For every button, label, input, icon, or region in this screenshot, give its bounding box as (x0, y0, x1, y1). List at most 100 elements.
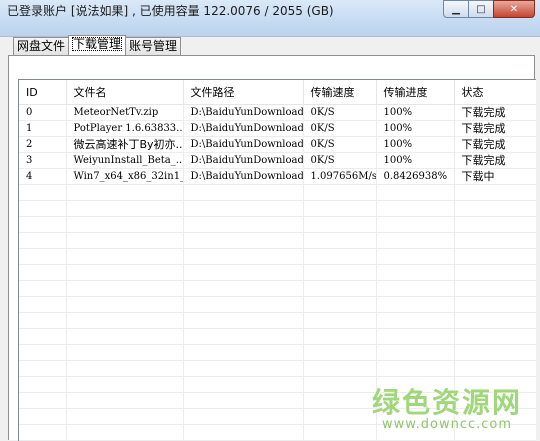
table-cell: 下载完成 (454, 152, 536, 169)
table-cell (303, 392, 377, 409)
table-cell: MeteorNetTv.zip (66, 104, 184, 121)
tab-download-manager[interactable]: 下载管理 (68, 35, 127, 55)
table-cell (303, 248, 377, 265)
table-cell (303, 344, 377, 361)
table-cell (454, 264, 536, 281)
empty-row (19, 184, 536, 201)
table-cell (183, 312, 304, 329)
watermark-url: www.downcc.com (381, 417, 513, 432)
close-button[interactable]: ✕ (493, 0, 535, 18)
table-cell (19, 216, 67, 233)
empty-row (19, 216, 536, 233)
table-cell: D:\BaiduYunDownload... (183, 136, 304, 153)
table-cell (66, 408, 184, 425)
column-header-progress[interactable]: 传输进度 (376, 80, 455, 105)
table-cell (19, 200, 67, 217)
column-header-status[interactable]: 状态 (454, 80, 536, 105)
empty-row (19, 280, 536, 297)
table-row[interactable]: 1 PotPlayer 1.6.63833... D:\BaiduYunDownlo… (19, 120, 536, 137)
table-cell (183, 328, 304, 345)
table-cell (66, 264, 184, 281)
column-header-filepath[interactable]: 文件路径 (183, 80, 304, 105)
table-row[interactable]: 0 MeteorNetTv.zip D:\BaiduYunDownload... 0K… (19, 104, 536, 121)
table-cell: 下载中 (454, 168, 536, 185)
table-cell: 0 (19, 104, 67, 121)
maximize-button[interactable]: □ (468, 0, 494, 18)
table-cell (19, 376, 67, 393)
table-cell (376, 280, 455, 297)
window-controls: ▁ □ ✕ (443, 0, 535, 18)
table-cell (183, 296, 304, 313)
table-cell (376, 184, 455, 201)
table-row[interactable]: 2 微云高速补丁By初亦... D:\BaiduYunDownload... 0K/S… (19, 136, 536, 153)
column-header-speed[interactable]: 传输速度 (303, 80, 377, 105)
table-cell: 0K/S (303, 120, 377, 137)
table-cell: 100% (376, 104, 455, 121)
empty-row (19, 344, 536, 361)
table-cell (19, 360, 67, 377)
table-cell (183, 216, 304, 233)
table-cell (376, 248, 455, 265)
table-cell: 1.097656M/s (303, 168, 377, 185)
table-cell (303, 200, 377, 217)
table-cell (376, 312, 455, 329)
table-cell (303, 296, 377, 313)
table-cell (66, 248, 184, 265)
table-cell (19, 280, 67, 297)
tab-cloud-files[interactable]: 网盘文件 (13, 37, 70, 55)
table-cell (183, 344, 304, 361)
table-cell (376, 360, 455, 377)
table-cell: 3 (19, 152, 67, 169)
table-cell (19, 328, 67, 345)
table-cell (183, 408, 304, 425)
table-cell (454, 248, 536, 265)
column-header-id[interactable]: ID (19, 80, 67, 105)
tab-account-manager[interactable]: 账号管理 (125, 37, 182, 55)
minimize-button[interactable]: ▁ (443, 0, 469, 18)
table-cell: 下载完成 (454, 104, 536, 121)
table-cell (19, 424, 67, 441)
table-cell (66, 360, 184, 377)
table-row[interactable]: 3 WeiyunInstall_Beta_... D:\BaiduYunDownlo… (19, 152, 536, 169)
window-title: 已登录账户 [说法如果] , 已使用容量 122.0076 / 2055 (GB… (7, 4, 334, 18)
table-cell: 2 (19, 136, 67, 153)
table-cell (66, 328, 184, 345)
table-cell (454, 296, 536, 313)
table-cell: 100% (376, 136, 455, 153)
table-cell (303, 328, 377, 345)
empty-row (19, 248, 536, 265)
table-cell: 0.8426938% (376, 168, 455, 185)
table-cell (376, 264, 455, 281)
column-header-filename[interactable]: 文件名 (66, 80, 184, 105)
empty-row (19, 360, 536, 377)
empty-row (19, 328, 536, 345)
table-cell (66, 296, 184, 313)
table-cell (303, 376, 377, 393)
empty-row (19, 200, 536, 217)
table-cell: 100% (376, 152, 455, 169)
table-cell: D:\BaiduYunDownload... (183, 120, 304, 137)
table-header-row: ID 文件名 文件路径 传输速度 传输进度 状态 (19, 80, 536, 105)
table-cell (183, 264, 304, 281)
table-cell: 0K/S (303, 136, 377, 153)
empty-row (19, 296, 536, 313)
table-cell: PotPlayer 1.6.63833... (66, 120, 184, 137)
table-cell (454, 200, 536, 217)
table-cell (303, 216, 377, 233)
empty-row (19, 312, 536, 329)
table-cell (376, 200, 455, 217)
table-cell: D:\BaiduYunDownload... (183, 168, 304, 185)
table-cell: 下载完成 (454, 120, 536, 137)
table-row[interactable]: 4 Win7_x64_x86_32in1_... D:\BaiduYunDownlo… (19, 168, 536, 185)
table-cell (303, 408, 377, 425)
table-cell (454, 184, 536, 201)
table-cell: 1 (19, 120, 67, 137)
table-cell (454, 360, 536, 377)
table-cell: 微云高速补丁By初亦... (66, 136, 184, 153)
empty-row (19, 264, 536, 281)
table-cell (66, 232, 184, 249)
table-cell (454, 328, 536, 345)
table-cell (19, 392, 67, 409)
table-cell (19, 264, 67, 281)
tab-strip: 网盘文件 下载管理 账号管理 (13, 35, 182, 55)
